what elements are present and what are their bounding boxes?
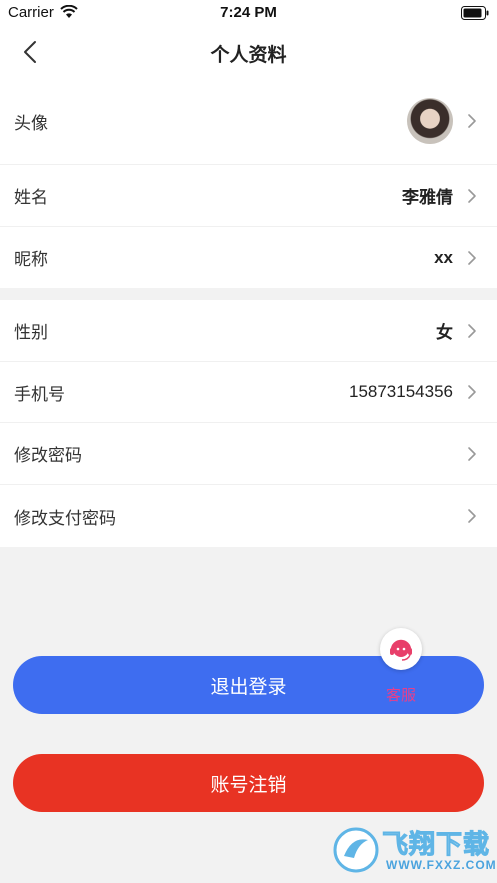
- watermark-url: WWW.FXXZ.COM: [386, 858, 497, 872]
- chevron-right-icon: [468, 188, 476, 203]
- back-button[interactable]: [10, 34, 50, 70]
- change-pay-password-row[interactable]: 修改支付密码: [0, 485, 497, 547]
- service-label: 客服: [385, 687, 416, 704]
- battery-icon: [461, 6, 489, 20]
- headset-icon: [390, 639, 412, 661]
- chevron-right-icon: [468, 250, 476, 265]
- watermark-emblem-icon: [333, 827, 379, 873]
- page-title: 个人资料: [210, 45, 287, 66]
- nav-bar: 个人资料: [0, 26, 497, 78]
- gender-row[interactable]: 性别 女: [0, 300, 497, 362]
- chevron-right-icon: [468, 385, 476, 399]
- row-value: xx: [434, 247, 453, 267]
- service-circle: [380, 628, 422, 670]
- row-label: 手机号: [14, 384, 65, 404]
- cancel-account-button[interactable]: 账号注销: [13, 754, 484, 812]
- row-label: 修改支付密码: [14, 508, 116, 528]
- row-label: 昵称: [14, 250, 48, 269]
- row-value: 李雅倩: [402, 188, 453, 207]
- phone-row[interactable]: 手机号 15873154356: [0, 362, 497, 423]
- row-label: 性别: [14, 323, 48, 342]
- customer-service-button[interactable]: 客服: [378, 628, 424, 708]
- profile-group: 头像 姓名 李雅倩 昵称 xx: [0, 78, 497, 288]
- chevron-left-icon: [24, 41, 36, 63]
- avatar-row[interactable]: 头像: [0, 78, 497, 165]
- watermark-logo: 飞翔下载 WWW.FXXZ.COM: [330, 822, 496, 878]
- name-row[interactable]: 姓名 李雅倩: [0, 165, 497, 227]
- row-value: 女: [436, 323, 453, 342]
- row-label: 头像: [14, 113, 48, 133]
- row-value: 15873154356: [348, 382, 453, 401]
- status-time: 7:24 PM: [220, 4, 277, 21]
- row-label: 修改密码: [14, 446, 82, 465]
- nickname-row[interactable]: 昵称 xx: [0, 227, 497, 288]
- watermark-text: 飞翔下载: [382, 829, 491, 860]
- chevron-right-icon: [468, 446, 476, 461]
- avatar: [407, 98, 453, 144]
- chevron-right-icon: [468, 114, 476, 128]
- row-label: 姓名: [14, 188, 48, 207]
- account-group: 性别 女 手机号 15873154356 修改密码 修改支付密码: [0, 300, 497, 547]
- change-password-row[interactable]: 修改密码: [0, 423, 497, 485]
- status-bar: Carrier 7:24 PM: [0, 0, 497, 26]
- chevron-right-icon: [468, 509, 476, 523]
- chevron-right-icon: [468, 323, 476, 338]
